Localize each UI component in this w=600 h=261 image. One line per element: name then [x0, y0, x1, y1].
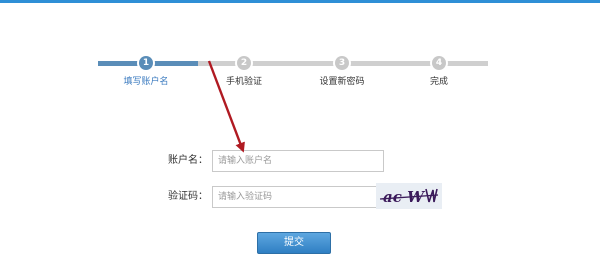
step-number-badge: 4	[432, 56, 446, 70]
account-row: 账户名：	[0, 150, 600, 172]
step-number-badge: 3	[335, 56, 349, 70]
account-label: 账户名：	[168, 155, 208, 166]
step-number-badge: 1	[139, 56, 153, 70]
captcha-image[interactable]: ac W	[376, 183, 442, 209]
step-number-badge: 2	[237, 56, 251, 70]
progress-stepper: 1 填写账户名 2 手机验证 3 设置新密码 4 完成	[98, 54, 488, 94]
captcha-input[interactable]	[212, 186, 384, 208]
step-complete: 4 完成	[399, 54, 479, 87]
top-accent-bar	[0, 0, 600, 3]
captcha-label: 验证码：	[168, 191, 208, 202]
captcha-text: ac W	[383, 188, 426, 206]
account-input[interactable]	[212, 150, 384, 172]
step-label: 填写账户名	[123, 77, 169, 87]
step-label: 完成	[429, 77, 448, 87]
step-fill-account: 1 填写账户名	[106, 54, 186, 87]
captcha-glyphs: ac W	[379, 188, 439, 206]
annotation-arrow-icon	[207, 60, 245, 153]
step-phone-verify: 2 手机验证	[204, 54, 284, 87]
submit-button[interactable]: 提交	[257, 232, 331, 254]
captcha-row: 验证码： ac W	[0, 183, 600, 209]
step-label: 手机验证	[225, 77, 262, 87]
step-new-password: 3 设置新密码	[302, 54, 382, 87]
step-label: 设置新密码	[319, 77, 365, 87]
